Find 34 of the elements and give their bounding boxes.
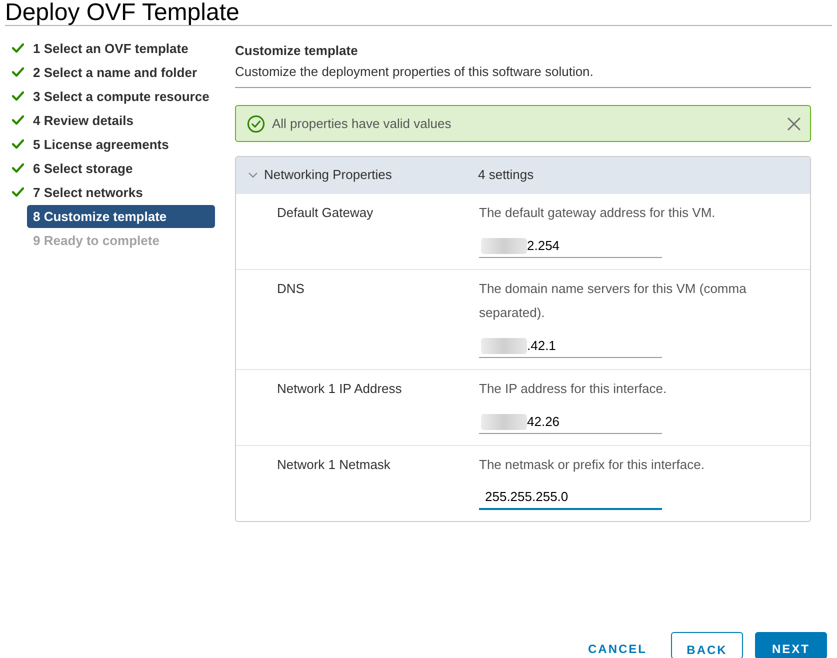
input-field[interactable]: 255.255.255.0 <box>479 486 662 510</box>
close-icon <box>787 116 801 130</box>
property-description: The default gateway address for this VM. <box>479 204 716 222</box>
check-circle-icon <box>247 114 265 132</box>
property-description: The IP address for this interface. <box>479 380 668 398</box>
property-label: DNS <box>277 281 304 296</box>
next-button[interactable]: NEXT <box>755 632 827 658</box>
page-subtitle: Customize the deployment properties of this software solution. <box>235 64 594 80</box>
wizard-step[interactable]: 8 Customize template <box>27 204 215 228</box>
back-button[interactable]: BACK <box>671 632 743 658</box>
wizard-step[interactable]: 6 Select storage <box>27 156 215 180</box>
input-field[interactable]: .42.1 <box>479 334 662 358</box>
wizard-step[interactable]: 4 Review details <box>27 108 215 132</box>
wizard-step[interactable]: 2 Select a name and folder <box>27 60 215 84</box>
property-label: Network 1 Netmask <box>277 457 390 472</box>
input-field[interactable]: 42.26 <box>479 410 662 434</box>
section-title: Networking Properties <box>264 166 393 184</box>
wizard-step[interactable]: 1 Select an OVF template <box>27 36 215 60</box>
property-label: Network 1 IP Address <box>277 381 402 396</box>
page-heading: Customize template <box>235 43 359 59</box>
wizard-step[interactable]: 7 Select networks <box>27 180 215 204</box>
property-description: The netmask or prefix for this interface. <box>479 456 706 474</box>
property-label: Default Gateway <box>277 205 374 220</box>
chevron-down-icon <box>248 170 258 180</box>
window-title: Deploy OVF Template <box>5 0 240 25</box>
property-description: The domain name servers for this VM (comma separated). <box>479 280 748 322</box>
settings-count: 4 settings <box>478 166 534 184</box>
input-field[interactable]: 2.254 <box>479 234 662 258</box>
wizard-step[interactable]: 3 Select a compute resource <box>27 84 215 108</box>
close-button[interactable] <box>786 116 802 132</box>
section-header[interactable]: Networking Properties 4 settings <box>236 157 810 193</box>
cancel-button[interactable]: CANCEL <box>576 632 659 658</box>
alert-message: All properties have valid values <box>272 114 452 133</box>
wizard-step[interactable]: 5 License agreements <box>27 132 215 156</box>
